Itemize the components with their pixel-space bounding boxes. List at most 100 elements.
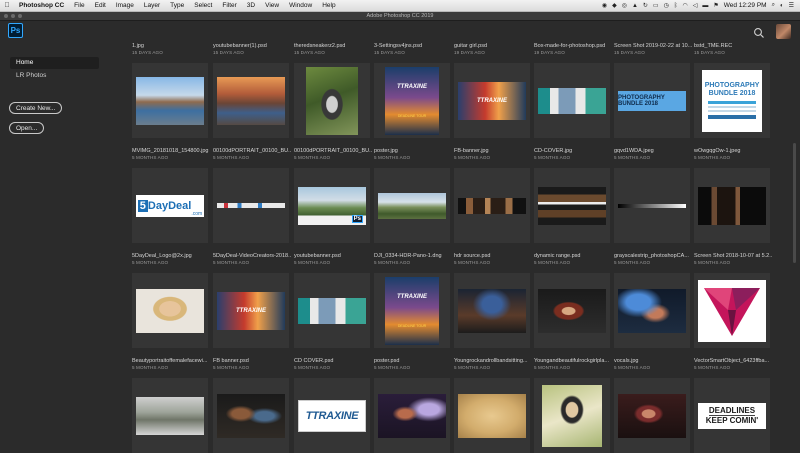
file-thumbnail[interactable] bbox=[132, 63, 208, 138]
battery-icon[interactable]: ▬ bbox=[702, 3, 708, 9]
file-thumbnail[interactable] bbox=[614, 273, 690, 348]
sync-icon[interactable]: ↻ bbox=[643, 2, 648, 9]
file-thumbnail[interactable] bbox=[294, 273, 370, 348]
menu-app-name[interactable]: Photoshop CC bbox=[14, 2, 69, 9]
file-thumbnail[interactable] bbox=[213, 168, 289, 243]
zoom-window-button[interactable] bbox=[18, 14, 22, 18]
file-tile[interactable]: 5DayDeal_Logo@2x.jpg 5 MONTHS AGO bbox=[132, 253, 210, 348]
file-tile[interactable]: 1.jpg 15 DAYS AGO bbox=[132, 43, 210, 138]
dropbox-icon[interactable]: ◆ bbox=[612, 2, 617, 9]
file-thumbnail[interactable] bbox=[294, 63, 370, 138]
file-tile[interactable]: Screen Shot 2018-10-07 at 5.2... 5 MONTH… bbox=[694, 253, 772, 348]
apple-menu-icon[interactable]:  bbox=[0, 2, 14, 9]
file-tile[interactable]: Screen Shot 2019-02-22 at 10... 15 DAYS … bbox=[614, 43, 692, 138]
file-tile[interactable]: VectorSmartObject_6423ffba... 5 MONTHS A… bbox=[694, 358, 772, 453]
file-thumbnail[interactable] bbox=[534, 378, 610, 453]
file-tile[interactable]: Youngrockandrollbandsitting... 5 MONTHS … bbox=[454, 358, 532, 453]
user-avatar[interactable] bbox=[776, 24, 791, 39]
file-tile[interactable]: Box-made-for-photoshop.psd 19 DAYS AGO bbox=[534, 43, 612, 138]
file-thumbnail[interactable]: 5 DayDeal .com bbox=[132, 168, 208, 243]
file-tile[interactable]: guitar girl.psd 19 DAYS AGO TTRAXINE bbox=[454, 43, 532, 138]
file-tile[interactable]: youtubebanner.psd 5 MONTHS AGO bbox=[294, 253, 372, 348]
menu-type[interactable]: Type bbox=[165, 2, 189, 9]
file-tile[interactable]: hdr source.psd 5 MONTHS AGO bbox=[454, 253, 532, 348]
file-tile[interactable]: DJI_0334-HDR-Pano-1.dng 5 MONTHS AGO TTR… bbox=[374, 253, 452, 348]
clock-icon[interactable]: ◷ bbox=[664, 2, 669, 9]
bluetooth-icon[interactable]: ᛒ bbox=[674, 3, 678, 9]
file-tile[interactable]: Youngandbeautifulrockgirlpla... 5 MONTHS… bbox=[534, 358, 612, 453]
cast-icon[interactable]: ▭ bbox=[653, 2, 659, 9]
file-thumbnail[interactable]: TTRAXINE bbox=[213, 273, 289, 348]
open-button[interactable]: Open... bbox=[9, 122, 45, 134]
scrollbar-thumb[interactable] bbox=[793, 143, 796, 263]
spotlight-icon[interactable]: ⌕ bbox=[772, 2, 775, 9]
menu-layer[interactable]: Layer bbox=[139, 2, 165, 9]
file-tile[interactable]: CD-COVER.jpg 5 MONTHS AGO bbox=[534, 148, 612, 243]
file-thumbnail[interactable] bbox=[132, 378, 208, 453]
menu-3d[interactable]: 3D bbox=[242, 2, 260, 9]
file-tile[interactable]: bstd_TME.REC 15 DAYS AGO PHOTOGRAPHY BUN… bbox=[694, 43, 772, 138]
menu-file[interactable]: File bbox=[69, 2, 89, 9]
file-tile[interactable]: youtubebanner(1).psd 15 DAYS AGO bbox=[213, 43, 291, 138]
file-thumbnail[interactable] bbox=[454, 273, 530, 348]
file-thumbnail[interactable] bbox=[213, 63, 289, 138]
file-thumbnail[interactable] bbox=[534, 63, 610, 138]
file-thumbnail[interactable] bbox=[694, 273, 770, 348]
file-thumbnail[interactable]: TTRAXINE DEADLINE TOUR bbox=[374, 63, 450, 138]
file-thumbnail[interactable]: TTRAXINE DEADLINE TOUR bbox=[374, 273, 450, 348]
close-window-button[interactable] bbox=[4, 14, 8, 18]
cc-icon[interactable]: ◎ bbox=[622, 2, 627, 9]
file-tile[interactable]: gqvd1WDA.jpeg 5 MONTHS AGO bbox=[614, 148, 692, 243]
file-tile[interactable]: 00100dPORTRAIT_00100_BU... 5 MONTHS AGO … bbox=[294, 148, 372, 243]
menu-filter[interactable]: Filter bbox=[217, 2, 241, 9]
sidebar-item-home[interactable]: Home bbox=[10, 57, 99, 69]
wifi-icon[interactable]: ◠ bbox=[682, 2, 687, 9]
menu-window[interactable]: Window bbox=[284, 2, 317, 9]
file-tile[interactable]: 00100dPORTRAIT_00100_BU... 5 MONTHS AGO bbox=[213, 148, 291, 243]
sidebar-item-lr-photos[interactable]: LR Photos bbox=[10, 70, 99, 82]
file-thumbnail[interactable] bbox=[132, 273, 208, 348]
menu-image[interactable]: Image bbox=[111, 2, 139, 9]
file-tile[interactable]: poster.jpg 5 MONTHS AGO bbox=[374, 148, 452, 243]
file-tile[interactable]: dynamic range.psd 5 MONTHS AGO bbox=[534, 253, 612, 348]
gdrive-icon[interactable]: ▲ bbox=[632, 3, 638, 9]
menu-select[interactable]: Select bbox=[189, 2, 217, 9]
file-thumbnail[interactable] bbox=[614, 378, 690, 453]
file-thumbnail[interactable] bbox=[534, 273, 610, 348]
file-thumbnail[interactable] bbox=[374, 168, 450, 243]
file-thumbnail[interactable]: TTRAXINE bbox=[454, 63, 530, 138]
file-thumbnail[interactable] bbox=[454, 168, 530, 243]
file-thumbnail[interactable] bbox=[374, 378, 450, 453]
file-tile[interactable]: Beautyportraitoffemalefacewi... 5 MONTHS… bbox=[132, 358, 210, 453]
menu-clock[interactable]: Wed 12:29 PM bbox=[724, 2, 767, 9]
file-thumbnail[interactable] bbox=[213, 378, 289, 453]
file-thumbnail[interactable] bbox=[614, 168, 690, 243]
file-tile[interactable]: grayscalestrip_photoshopCA... 5 MONTHS A… bbox=[614, 253, 692, 348]
file-tile[interactable]: 5DayDeal-VideoCreators-2018... 5 MONTHS … bbox=[213, 253, 291, 348]
file-tile[interactable]: wOwgqgOw-1.jpeg 5 MONTHS AGO bbox=[694, 148, 772, 243]
file-tile[interactable]: CD COVER.psd 5 MONTHS AGO TTRAXINE bbox=[294, 358, 372, 453]
file-thumbnail[interactable]: TTRAXINE bbox=[294, 378, 370, 453]
volume-icon[interactable]: ◁ bbox=[693, 2, 698, 9]
file-tile[interactable]: 3-Settingsv4jns.psd 15 DAYS AGO TTRAXINE… bbox=[374, 43, 452, 138]
menu-view[interactable]: View bbox=[260, 2, 284, 9]
grid-scrollbar[interactable] bbox=[793, 43, 797, 453]
siri-icon[interactable]: ◐ bbox=[780, 3, 784, 9]
file-thumbnail[interactable]: DEADLINES KEEP COMIN' bbox=[694, 378, 770, 453]
search-button[interactable] bbox=[753, 26, 765, 38]
notification-center-icon[interactable]: ☰ bbox=[789, 2, 794, 9]
file-tile[interactable]: vocals.jpg 5 MONTHS AGO bbox=[614, 358, 692, 453]
file-thumbnail[interactable]: PHOTOGRAPHY BUNDLE 2018 bbox=[614, 63, 690, 138]
menu-edit[interactable]: Edit bbox=[90, 2, 111, 9]
file-tile[interactable]: FB banner.psd 5 MONTHS AGO bbox=[213, 358, 291, 453]
file-tile[interactable]: theredsneakerz2.psd 15 DAYS AGO bbox=[294, 43, 372, 138]
menu-help[interactable]: Help bbox=[317, 2, 340, 9]
file-thumbnail[interactable] bbox=[534, 168, 610, 243]
file-tile[interactable]: FB-banner.jpg 5 MONTHS AGO bbox=[454, 148, 532, 243]
file-thumbnail[interactable]: Ps bbox=[294, 168, 370, 243]
file-tile[interactable]: poster.psd 5 MONTHS AGO bbox=[374, 358, 452, 453]
create-new-button[interactable]: Create New... bbox=[9, 102, 63, 114]
file-thumbnail[interactable] bbox=[694, 168, 770, 243]
file-thumbnail[interactable] bbox=[454, 378, 530, 453]
minimize-window-button[interactable] bbox=[11, 14, 15, 18]
